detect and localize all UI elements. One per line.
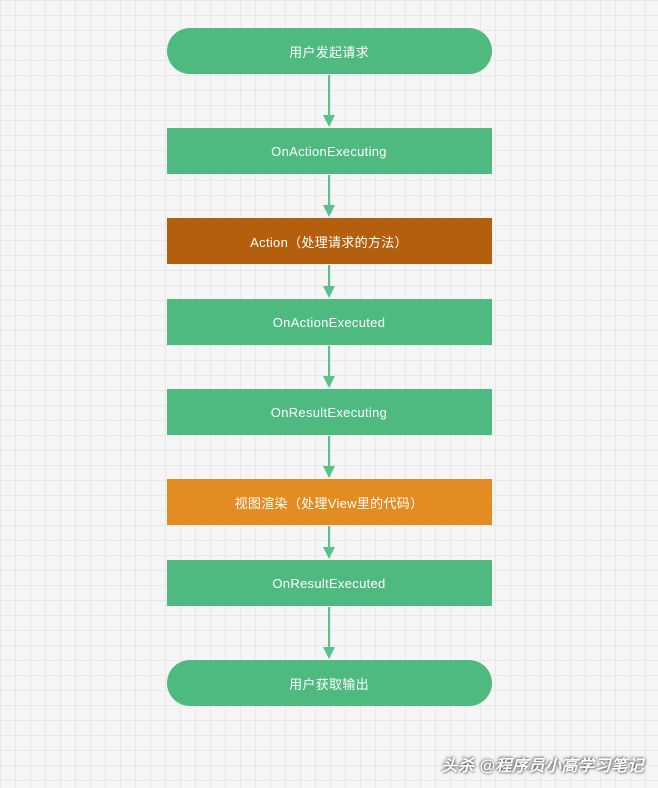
flow-node-label: 用户发起请求	[289, 42, 369, 61]
flow-node-4: OnResultExecuting	[167, 389, 492, 435]
flow-node-5: 视图渲染（处理View里的代码）	[167, 479, 492, 525]
arrow-down-icon	[323, 115, 335, 127]
arrow-line	[328, 526, 330, 547]
arrow-line	[328, 346, 330, 376]
flow-arrow	[323, 436, 335, 478]
arrow-down-icon	[323, 647, 335, 659]
flow-arrow	[323, 607, 335, 659]
arrow-down-icon	[323, 286, 335, 298]
flow-node-label: OnResultExecuted	[272, 576, 385, 591]
arrow-down-icon	[323, 547, 335, 559]
arrow-down-icon	[323, 466, 335, 478]
flow-node-label: OnActionExecuted	[273, 315, 385, 330]
flow-node-7: 用户获取输出	[167, 660, 492, 706]
flow-node-2: Action（处理请求的方法）	[167, 218, 492, 264]
flow-node-label: 视图渲染（处理View里的代码）	[235, 493, 424, 512]
flow-node-3: OnActionExecuted	[167, 299, 492, 345]
arrow-line	[328, 175, 330, 205]
flow-node-6: OnResultExecuted	[167, 560, 492, 606]
arrow-line	[328, 607, 330, 647]
arrow-down-icon	[323, 205, 335, 217]
arrow-line	[328, 436, 330, 466]
arrow-down-icon	[323, 376, 335, 388]
flow-arrow	[323, 265, 335, 298]
watermark: 头杀 @程序员小高学习笔记	[441, 752, 644, 776]
arrow-line	[328, 75, 330, 115]
flow-arrow	[323, 175, 335, 217]
flow-arrow	[323, 526, 335, 559]
flow-node-0: 用户发起请求	[167, 28, 492, 74]
flowchart-container: 用户发起请求 OnActionExecuting Action（处理请求的方法） On…	[0, 0, 658, 706]
flow-node-label: 用户获取输出	[289, 674, 369, 693]
flow-node-label: OnActionExecuting	[271, 144, 387, 159]
flow-arrow	[323, 75, 335, 127]
flow-node-1: OnActionExecuting	[167, 128, 492, 174]
arrow-line	[328, 265, 330, 286]
flow-node-label: Action（处理请求的方法）	[250, 232, 408, 251]
flow-arrow	[323, 346, 335, 388]
flow-node-label: OnResultExecuting	[271, 405, 387, 420]
